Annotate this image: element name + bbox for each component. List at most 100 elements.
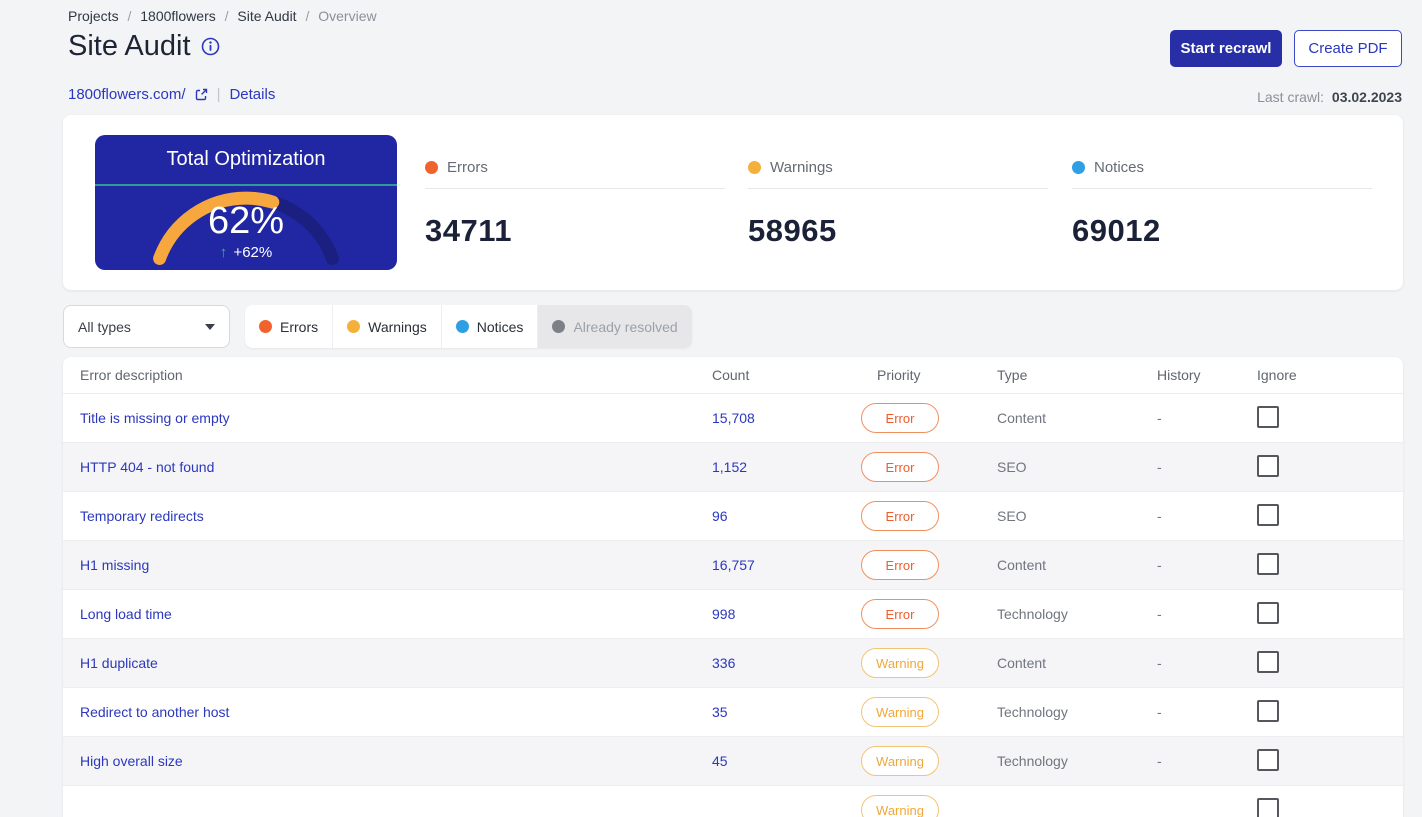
header-type: Type <box>990 367 1146 383</box>
breadcrumb-current: Overview <box>318 8 376 24</box>
breadcrumb-projects[interactable]: Projects <box>68 8 119 24</box>
priority-badge: Warning <box>861 795 939 817</box>
gauge-area: 62% ↑ +62% <box>95 186 397 270</box>
issue-count-link[interactable]: 35 <box>712 704 728 720</box>
issue-count-link[interactable]: 1,152 <box>712 459 747 475</box>
header-error-description: Error description <box>80 367 712 383</box>
ignore-checkbox[interactable] <box>1257 749 1279 771</box>
ignore-checkbox[interactable] <box>1257 798 1279 817</box>
total-optimization-gauge: Total Optimization 62% ↑ +62% <box>95 135 397 270</box>
priority-badge: Warning <box>861 648 939 678</box>
tab-errors[interactable]: Errors <box>245 305 333 348</box>
table-row-partial: Warning <box>63 785 1403 817</box>
tab-warnings[interactable]: Warnings <box>333 305 442 348</box>
header-ignore: Ignore <box>1256 367 1403 383</box>
breadcrumb: Projects / 1800flowers / Site Audit / Ov… <box>68 8 377 24</box>
ignore-checkbox[interactable] <box>1257 651 1279 673</box>
stat-warnings-label: Warnings <box>770 159 833 176</box>
stat-errors-value: 34711 <box>425 213 725 249</box>
priority-badge: Error <box>861 501 939 531</box>
ignore-checkbox[interactable] <box>1257 602 1279 624</box>
table-row: Temporary redirects 96 Error SEO - <box>63 491 1403 540</box>
issue-link[interactable]: Title is missing or empty <box>80 410 230 426</box>
issue-count-link[interactable]: 336 <box>712 655 735 671</box>
table-row: High overall size 45 Warning Technology … <box>63 736 1403 785</box>
tab-errors-label: Errors <box>280 319 318 335</box>
stat-warnings: Warnings 58965 <box>748 115 1048 290</box>
issue-type: Technology <box>990 753 1146 769</box>
ignore-checkbox[interactable] <box>1257 406 1279 428</box>
create-pdf-button[interactable]: Create PDF <box>1294 30 1402 67</box>
issue-history: - <box>1146 459 1256 475</box>
priority-badge: Warning <box>861 697 939 727</box>
stat-underline <box>748 188 1048 189</box>
issue-type: SEO <box>990 508 1146 524</box>
issue-link[interactable]: H1 duplicate <box>80 655 158 671</box>
breadcrumb-separator: / <box>127 8 131 24</box>
issue-type: SEO <box>990 459 1146 475</box>
issue-link[interactable]: HTTP 404 - not found <box>80 459 214 475</box>
errors-dot-icon <box>425 161 438 174</box>
chevron-down-icon <box>205 324 215 330</box>
ignore-checkbox[interactable] <box>1257 553 1279 575</box>
issue-link[interactable]: Redirect to another host <box>80 704 229 720</box>
type-filter-dropdown[interactable]: All types <box>63 305 230 348</box>
issue-history: - <box>1146 704 1256 720</box>
issue-count-link[interactable]: 45 <box>712 753 728 769</box>
issue-count-link[interactable]: 15,708 <box>712 410 755 426</box>
issue-link[interactable]: Temporary redirects <box>80 508 204 524</box>
start-recrawl-button[interactable]: Start recrawl <box>1170 30 1282 67</box>
site-row: 1800flowers.com/ | Details <box>68 86 275 103</box>
priority-badge: Error <box>861 550 939 580</box>
details-link[interactable]: Details <box>229 86 275 103</box>
stat-notices: Notices 69012 <box>1072 115 1372 290</box>
page-title-row: Site Audit <box>68 30 220 63</box>
resolved-dot-icon <box>552 320 565 333</box>
last-crawl-date: 03.02.2023 <box>1332 89 1402 105</box>
priority-badge: Error <box>861 452 939 482</box>
header-history: History <box>1146 367 1256 383</box>
tab-already-resolved[interactable]: Already resolved <box>538 305 691 348</box>
ignore-checkbox[interactable] <box>1257 455 1279 477</box>
gauge-value: 62% <box>95 202 397 240</box>
breadcrumb-separator: / <box>305 8 309 24</box>
breadcrumb-separator: / <box>225 8 229 24</box>
table-row: H1 missing 16,757 Error Content - <box>63 540 1403 589</box>
ignore-checkbox[interactable] <box>1257 504 1279 526</box>
ignore-checkbox[interactable] <box>1257 700 1279 722</box>
issue-type: Technology <box>990 606 1146 622</box>
issue-type: Technology <box>990 704 1146 720</box>
issue-link[interactable]: High overall size <box>80 753 183 769</box>
stat-notices-label-row: Notices <box>1072 159 1372 176</box>
trend-up-icon: ↑ <box>220 244 228 261</box>
gauge-delta: ↑ +62% <box>95 244 397 261</box>
tab-notices[interactable]: Notices <box>442 305 539 348</box>
external-link-icon[interactable] <box>195 88 208 101</box>
issue-link[interactable]: H1 missing <box>80 557 149 573</box>
stat-underline <box>425 188 725 189</box>
breadcrumb-site-audit[interactable]: Site Audit <box>237 8 296 24</box>
priority-badge: Warning <box>861 746 939 776</box>
table-row: H1 duplicate 336 Warning Content - <box>63 638 1403 687</box>
gauge-title: Total Optimization <box>95 135 397 184</box>
header-count: Count <box>712 367 850 383</box>
issues-table: Error description Count Priority Type Hi… <box>63 357 1403 817</box>
stat-errors-label-row: Errors <box>425 159 725 176</box>
issue-type: Content <box>990 410 1146 426</box>
table-row: Redirect to another host 35 Warning Tech… <box>63 687 1403 736</box>
issue-count-link[interactable]: 998 <box>712 606 735 622</box>
info-icon[interactable] <box>201 37 220 56</box>
issue-link[interactable]: Long load time <box>80 606 172 622</box>
domain-link[interactable]: 1800flowers.com/ <box>68 86 186 103</box>
priority-badge: Error <box>861 599 939 629</box>
summary-card: Total Optimization 62% ↑ +62% Errors 347… <box>63 115 1403 290</box>
issue-history: - <box>1146 410 1256 426</box>
issue-history: - <box>1146 557 1256 573</box>
table-header-row: Error description Count Priority Type Hi… <box>63 357 1403 393</box>
status-tab-group: Errors Warnings Notices Already resolved <box>245 305 692 348</box>
table-row: HTTP 404 - not found 1,152 Error SEO - <box>63 442 1403 491</box>
breadcrumb-project[interactable]: 1800flowers <box>140 8 216 24</box>
issue-count-link[interactable]: 16,757 <box>712 557 755 573</box>
errors-dot-icon <box>259 320 272 333</box>
issue-count-link[interactable]: 96 <box>712 508 728 524</box>
